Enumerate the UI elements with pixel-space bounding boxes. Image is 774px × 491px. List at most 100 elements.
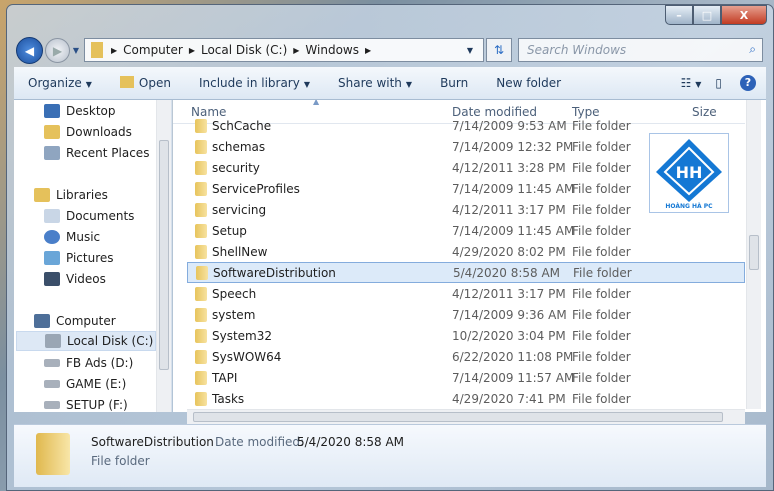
- organize-button[interactable]: Organize ▼: [14, 76, 106, 90]
- svg-text:HH: HH: [676, 163, 703, 182]
- file-type: File folder: [572, 223, 631, 238]
- maximize-button[interactable]: □: [693, 5, 721, 25]
- h-scroll-thumb[interactable]: [193, 412, 723, 422]
- command-bar: Organize ▼ Open Include in library ▼ Share…: [14, 67, 766, 100]
- file-row[interactable]: Setup 7/14/2009 11:45 AM File folder: [187, 220, 745, 241]
- file-row[interactable]: TAPI 7/14/2009 11:57 AM File folder: [187, 367, 745, 388]
- horizontal-scrollbar[interactable]: [187, 409, 745, 424]
- file-type: File folder: [572, 307, 631, 322]
- file-row[interactable]: ShellNew 4/29/2020 8:02 PM File folder: [187, 241, 745, 262]
- file-row[interactable]: SoftwareDistribution 5/4/2020 8:58 AM File…: [187, 262, 745, 283]
- breadcrumb-local-disk[interactable]: Local Disk (C:): [201, 43, 287, 57]
- file-type: File folder: [572, 244, 631, 259]
- nav-recent-places[interactable]: Recent Places: [44, 143, 149, 163]
- folder-icon: [195, 139, 207, 154]
- back-button[interactable]: ◀: [16, 37, 43, 64]
- file-date: 4/12/2011 3:28 PM: [452, 160, 566, 175]
- nav-label: Documents: [66, 209, 135, 223]
- file-row[interactable]: system 7/14/2009 9:36 AM File folder: [187, 304, 745, 325]
- nav-drive-d[interactable]: FB Ads (D:): [44, 353, 133, 373]
- file-type: File folder: [572, 160, 631, 175]
- music-icon: [44, 230, 60, 244]
- folder-icon: [195, 349, 207, 364]
- file-name: SchCache: [212, 118, 272, 133]
- nav-scroll-thumb[interactable]: [159, 140, 169, 370]
- nav-music[interactable]: Music: [44, 227, 100, 247]
- file-date: 4/29/2020 7:41 PM: [452, 391, 566, 406]
- file-type: File folder: [572, 391, 631, 406]
- change-view-button[interactable]: ☷ ▼: [675, 76, 708, 90]
- nav-pictures[interactable]: Pictures: [44, 248, 114, 268]
- nav-drive-e[interactable]: GAME (E:): [44, 374, 126, 394]
- file-date: 6/22/2020 11:08 PM: [452, 349, 574, 364]
- watermark-text: HOÀNG HÀ PC: [665, 203, 713, 210]
- folder-icon: [196, 265, 208, 280]
- file-type: File folder: [573, 265, 632, 280]
- nav-desktop[interactable]: Desktop: [44, 101, 116, 121]
- folder-icon: [195, 160, 207, 175]
- folder-icon: [91, 42, 103, 58]
- drive-icon: [44, 401, 60, 409]
- details-type: File folder: [91, 454, 150, 468]
- file-row[interactable]: Speech 4/12/2011 3:17 PM File folder: [187, 283, 745, 304]
- burn-button[interactable]: Burn: [426, 76, 482, 90]
- close-button[interactable]: X: [721, 5, 767, 25]
- folder-icon: [195, 286, 207, 301]
- minimize-button[interactable]: –: [665, 5, 693, 25]
- file-name: ServiceProfiles: [212, 181, 300, 196]
- file-row[interactable]: SysWOW64 6/22/2020 11:08 PM File folder: [187, 346, 745, 367]
- file-date: 7/14/2009 11:45 AM: [452, 223, 575, 238]
- search-input[interactable]: Search Windows ⌕: [518, 38, 763, 62]
- file-type: File folder: [572, 328, 631, 343]
- drive-icon: [45, 334, 61, 348]
- help-button[interactable]: ?: [730, 75, 766, 91]
- search-placeholder: Search Windows: [527, 43, 627, 57]
- nav-label: Downloads: [66, 125, 132, 139]
- file-date: 4/12/2011 3:17 PM: [452, 202, 566, 217]
- videos-icon: [44, 272, 60, 286]
- file-type: File folder: [572, 349, 631, 364]
- nav-label: Music: [66, 230, 101, 244]
- file-name: system: [212, 307, 256, 322]
- nav-label: Pictures: [66, 251, 114, 265]
- nav-label: Recent Places: [66, 146, 150, 160]
- address-bar[interactable]: ▶ Computer ▶ Local Disk (C:) ▶ Windows ▶…: [84, 38, 484, 62]
- refresh-button[interactable]: ⇅: [486, 38, 512, 62]
- desktop-icon: [44, 104, 60, 118]
- nav-label: Desktop: [66, 104, 116, 118]
- details-date-label: Date modified:: [215, 435, 305, 449]
- file-list-scrollbar[interactable]: [746, 100, 761, 409]
- pictures-icon: [44, 251, 60, 265]
- include-label: Include in library: [198, 76, 300, 90]
- drive-icon: [44, 380, 60, 388]
- file-name: schemas: [212, 139, 266, 154]
- forward-button[interactable]: ▶: [45, 38, 70, 63]
- share-with-button[interactable]: Share with ▼: [324, 76, 426, 90]
- nav-videos[interactable]: Videos: [44, 269, 106, 289]
- nav-documents[interactable]: Documents: [44, 206, 134, 226]
- nav-label: Libraries: [56, 188, 108, 202]
- file-date: 10/2/2020 3:04 PM: [452, 328, 566, 343]
- nav-downloads[interactable]: Downloads: [44, 122, 132, 142]
- file-scroll-thumb[interactable]: [749, 235, 759, 270]
- recent-pages-dropdown[interactable]: ▼: [71, 45, 81, 55]
- new-folder-button[interactable]: New folder: [482, 76, 575, 90]
- nav-computer[interactable]: Computer: [34, 311, 116, 331]
- nav-label: Videos: [66, 272, 106, 286]
- open-button[interactable]: Open: [106, 76, 185, 90]
- file-date: 7/14/2009 11:45 AM: [452, 181, 575, 196]
- nav-scrollbar[interactable]: [156, 100, 171, 412]
- include-in-library-button[interactable]: Include in library ▼: [185, 76, 324, 90]
- file-row[interactable]: System32 10/2/2020 3:04 PM File folder: [187, 325, 745, 346]
- nav-local-disk-c[interactable]: Local Disk (C:): [16, 331, 156, 351]
- file-type: File folder: [572, 118, 631, 133]
- libraries-icon: [34, 188, 50, 202]
- preview-pane-button[interactable]: ▯: [707, 76, 730, 90]
- breadcrumb-computer[interactable]: Computer: [123, 43, 183, 57]
- file-row[interactable]: Tasks 4/29/2020 7:41 PM File folder: [187, 388, 745, 409]
- address-dropdown-icon[interactable]: ▼: [467, 46, 473, 55]
- breadcrumb-windows[interactable]: Windows: [305, 43, 359, 57]
- nav-libraries[interactable]: Libraries: [34, 185, 108, 205]
- file-date: 7/14/2009 11:57 AM: [452, 370, 575, 385]
- nav-drive-f[interactable]: SETUP (F:): [44, 395, 128, 415]
